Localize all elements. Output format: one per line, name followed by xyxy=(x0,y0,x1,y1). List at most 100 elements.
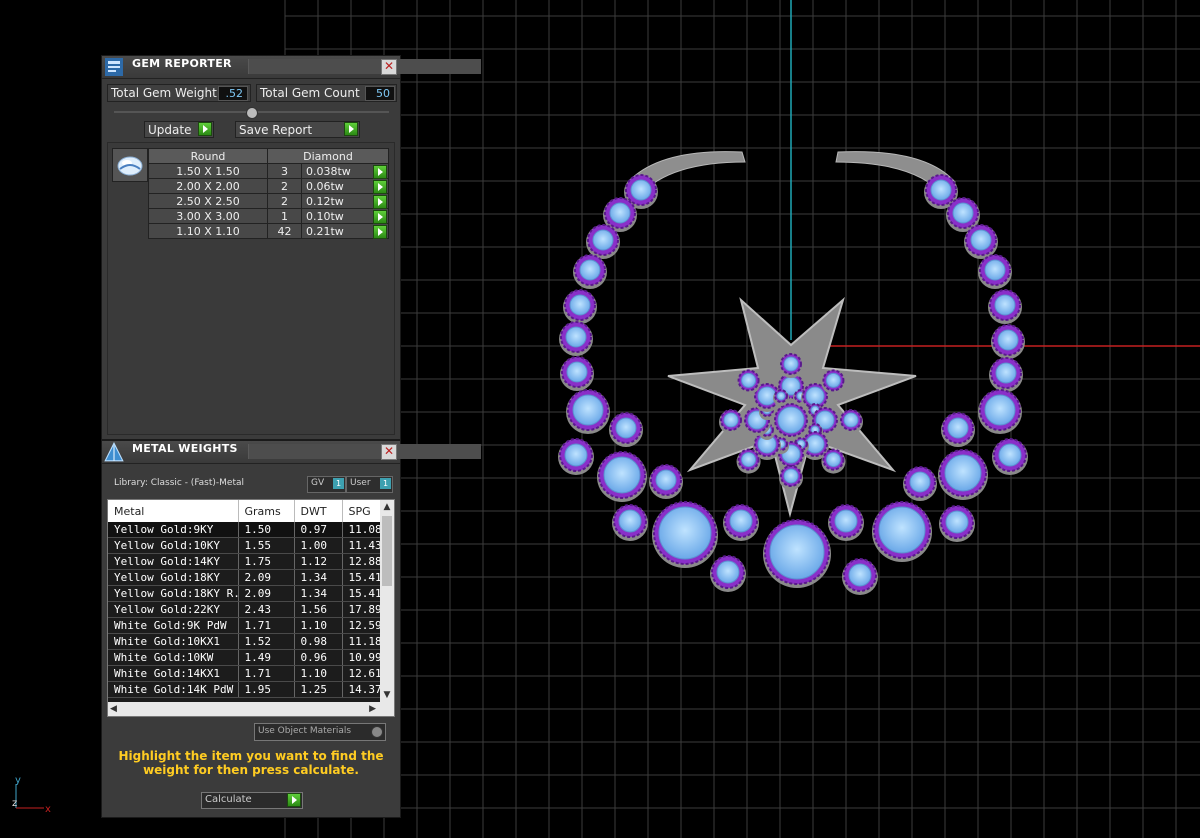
metal-cell: 15.41 xyxy=(342,585,381,602)
gem-count: 3 xyxy=(267,163,302,179)
scroll-thumb[interactable] xyxy=(382,516,392,586)
metal-row[interactable]: White Gold:14K PdW 1.95 1.25 14.37 xyxy=(108,681,381,698)
metal-weights-close-button[interactable]: ✕ xyxy=(381,444,397,460)
metal-cell: White Gold:10KX1 xyxy=(108,633,239,650)
metal-cell: Yellow Gold:18KY R... xyxy=(108,585,239,602)
save-report-go-icon[interactable] xyxy=(344,122,358,136)
metal-cell: 1.10 xyxy=(294,665,343,682)
metal-cell: 11.18 xyxy=(342,633,381,650)
gem-reporter-titlebar[interactable]: GEM REPORTER ✕ xyxy=(102,56,481,79)
metal-cell: 1.49 xyxy=(238,649,295,666)
horizontal-scrollbar[interactable]: ◀ ▶ xyxy=(108,702,394,716)
divider-slider[interactable] xyxy=(114,107,389,119)
metal-row[interactable]: Yellow Gold:22KY 2.43 1.56 17.89 xyxy=(108,601,381,618)
update-go-icon[interactable] xyxy=(198,122,212,136)
metal-row[interactable]: Yellow Gold:18KY R...2.091.3415.41 xyxy=(108,585,381,602)
gem-row-go-icon[interactable] xyxy=(373,195,387,209)
metal-col-spg[interactable]: SPG xyxy=(342,500,381,522)
gemstone xyxy=(773,403,809,440)
radio-icon[interactable] xyxy=(371,726,383,738)
metal-col-metal[interactable]: Metal xyxy=(108,500,239,522)
gem-row[interactable]: 2.00 X 2.00 2 0.06tw xyxy=(148,178,389,194)
metal-cell: 1.95 xyxy=(238,681,295,698)
axis-y-label: y xyxy=(15,775,21,786)
gemstone xyxy=(558,438,594,475)
gemstone xyxy=(736,448,761,474)
metal-cell: 1.50 xyxy=(238,522,295,538)
gemstone xyxy=(941,412,975,447)
gemstone xyxy=(903,466,937,501)
metal-cell: 1.52 xyxy=(238,633,295,650)
metal-cell: 1.75 xyxy=(238,553,295,570)
metal-cell: 1.34 xyxy=(294,569,343,586)
use-object-materials-label: Use Object Materials xyxy=(258,726,352,736)
metal-cell: White Gold:14KX1 xyxy=(108,665,239,682)
metal-col-dwt[interactable]: DWT xyxy=(294,500,343,522)
metal-cell: Yellow Gold:22KY xyxy=(108,601,239,618)
gem-row-go-icon[interactable] xyxy=(373,165,387,179)
gem-row[interactable]: 3.00 X 3.00 1 0.10tw xyxy=(148,208,389,224)
gemstone xyxy=(559,321,593,356)
gemstone xyxy=(773,388,790,406)
scroll-right-icon[interactable]: ▶ xyxy=(369,702,376,716)
gem-row[interactable]: 1.50 X 1.50 3 0.038tw xyxy=(148,163,389,179)
user-toggle[interactable]: User 1 xyxy=(346,476,393,493)
metal-cell: White Gold:9K PdW xyxy=(108,617,239,634)
divider-knob[interactable] xyxy=(246,107,258,119)
gemstone xyxy=(710,555,746,592)
gemstone xyxy=(839,409,863,434)
metal-row[interactable]: Yellow Gold:9KY 1.50 0.97 11.08 xyxy=(108,522,381,538)
gemstone xyxy=(939,505,975,542)
gemstone xyxy=(560,356,594,391)
metal-weights-titlebar[interactable]: METAL WEIGHTS ✕ xyxy=(102,441,481,464)
save-report-button[interactable]: Save Report xyxy=(235,121,360,138)
metal-cell: 1.25 xyxy=(294,681,343,698)
gem-row-go-icon[interactable] xyxy=(373,210,387,224)
metal-col-grams[interactable]: Grams xyxy=(238,500,295,522)
metal-cell: 0.98 xyxy=(294,633,343,650)
gem-reporter-close-button[interactable]: ✕ xyxy=(381,59,397,75)
metal-weights-title: METAL WEIGHTS xyxy=(132,442,238,455)
gem-thumbnail[interactable] xyxy=(112,148,148,182)
scroll-down-icon[interactable]: ▼ xyxy=(380,688,394,702)
gem-row-go-icon[interactable] xyxy=(373,180,387,194)
metal-cell: 2.09 xyxy=(238,585,295,602)
gemstone xyxy=(609,412,643,447)
metal-cell: 1.12 xyxy=(294,553,343,570)
update-label: Update xyxy=(148,123,192,137)
gem-count: 2 xyxy=(267,193,302,209)
gem-size: 1.10 X 1.10 xyxy=(148,223,268,239)
metal-row[interactable]: White Gold:10KW 1.49 0.96 10.99 xyxy=(108,649,381,666)
gem-table: Round Diamond 1.50 X 1.50 3 0.038tw 2.00 X … xyxy=(148,148,389,239)
gv-toggle[interactable]: GV 1 xyxy=(307,476,346,493)
gemstone xyxy=(563,289,597,324)
vertical-scrollbar[interactable]: ▲ ▼ xyxy=(380,500,394,702)
scroll-up-icon[interactable]: ▲ xyxy=(380,500,394,514)
metal-row[interactable]: Yellow Gold:10KY 1.55 1.00 11.43 xyxy=(108,537,381,554)
metal-row[interactable]: White Gold:10KX1 1.52 0.98 11.18 xyxy=(108,633,381,650)
metal-cell: 1.10 xyxy=(294,617,343,634)
axis-x-label: x xyxy=(45,804,51,815)
use-object-materials-field[interactable]: Use Object Materials xyxy=(254,723,386,741)
metal-table-container[interactable]: Metal Grams DWT SPG Yellow Gold:9KY 1.50 0.97… xyxy=(107,499,395,717)
metal-cell: 14.37 xyxy=(342,681,381,698)
calculate-go-icon[interactable] xyxy=(287,793,301,807)
metal-row[interactable]: Yellow Gold:18KY 2.09 1.34 15.41 xyxy=(108,569,381,586)
scroll-left-icon[interactable]: ◀ xyxy=(110,702,117,716)
gem-weight-value: 0.21tw xyxy=(306,224,344,238)
scale-icon xyxy=(104,441,124,462)
metal-row[interactable]: Yellow Gold:14KY 1.75 1.12 12.88 xyxy=(108,553,381,570)
gem-row[interactable]: 1.10 X 1.10 42 0.21tw xyxy=(148,223,389,239)
gem-row-go-icon[interactable] xyxy=(373,225,387,239)
metal-cell: 0.97 xyxy=(294,522,343,538)
gemstone xyxy=(964,224,998,259)
metal-row[interactable]: White Gold:14KX1 1.71 1.10 12.61 xyxy=(108,665,381,682)
gemstone xyxy=(652,501,718,568)
gem-row[interactable]: 2.50 X 2.50 2 0.12tw xyxy=(148,193,389,209)
gemstone xyxy=(828,504,864,541)
metal-row[interactable]: White Gold:9K PdW 1.71 1.10 12.59 xyxy=(108,617,381,634)
metal-cell: 2.43 xyxy=(238,601,295,618)
total-count-value: 50 xyxy=(365,86,395,101)
gem-reporter-title: GEM REPORTER xyxy=(132,57,232,70)
metal-weights-panel: METAL WEIGHTS ✕ Library: Classic - (Fast… xyxy=(101,440,481,818)
